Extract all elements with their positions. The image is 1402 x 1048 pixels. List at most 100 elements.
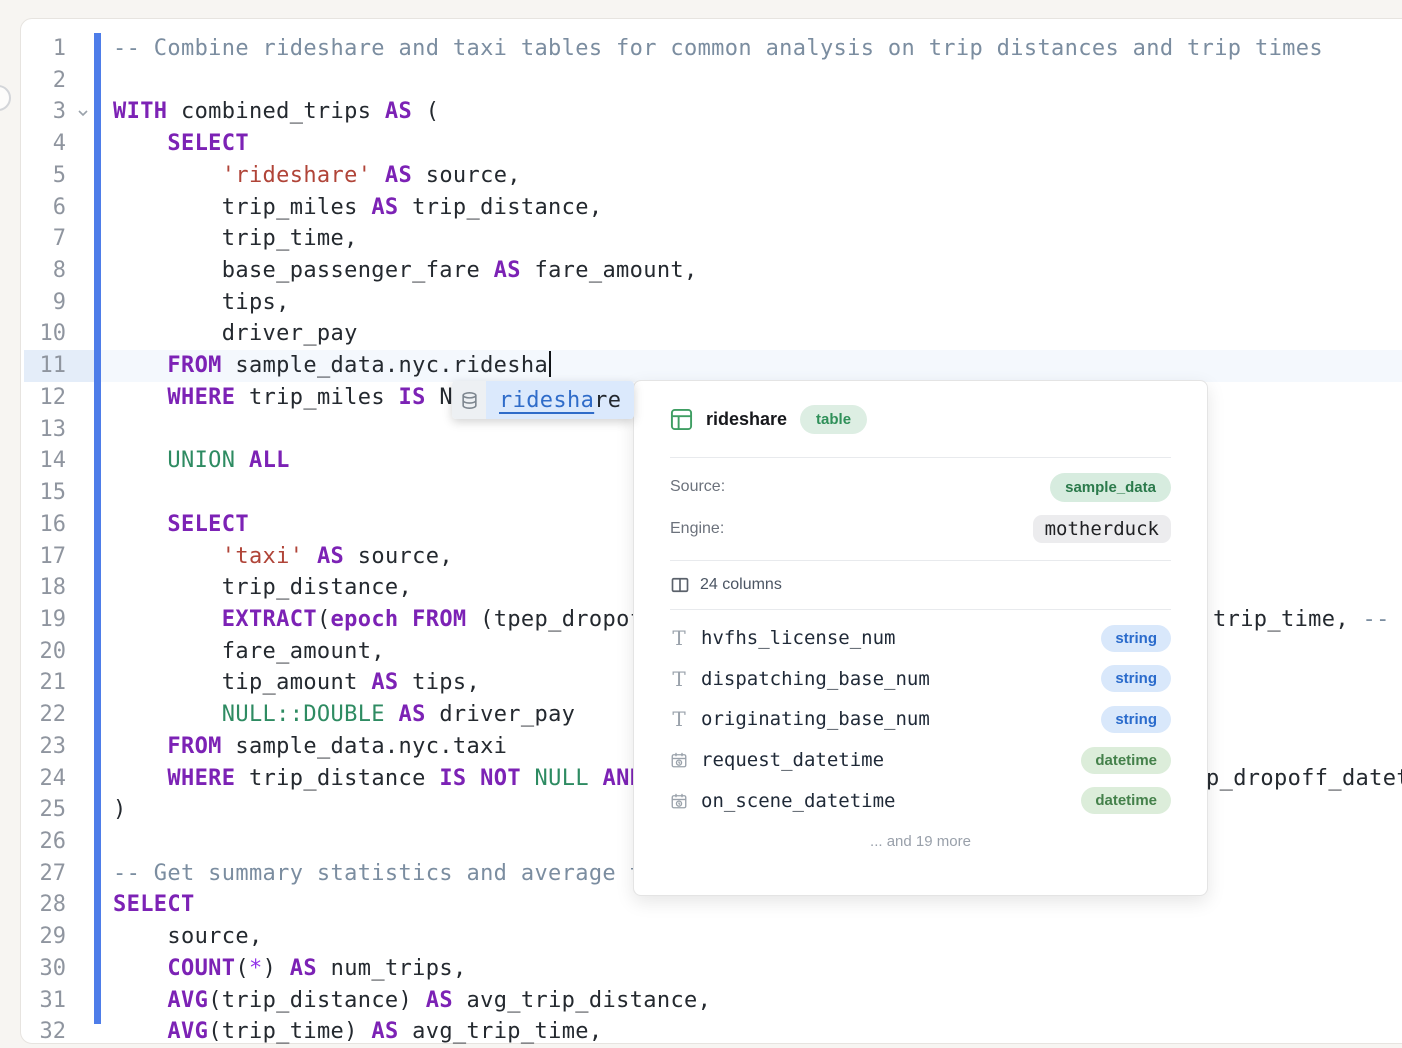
line-number[interactable]: 24 [0,763,66,795]
code-token [113,163,222,188]
line-number[interactable]: 1 [0,33,66,65]
info-value-badge: sample_data [1050,473,1171,502]
column-name: hvfhs_license_num [701,627,895,649]
autocomplete-dropdown[interactable]: rideshare [452,381,634,419]
code-token [113,766,167,791]
code-token: AS [426,988,453,1013]
code-line[interactable]: 30 COUNT(*) AS num_trips, [0,953,1402,985]
info-row: Source: sample_data [670,466,1171,508]
line-number[interactable]: 27 [0,858,66,890]
code-line[interactable]: 32 AVG(trip_time) AS avg_trip_time, [0,1016,1402,1048]
line-number[interactable]: 4 [0,128,66,160]
code-token [113,702,222,727]
line-number[interactable]: 20 [0,636,66,668]
line-number[interactable]: 13 [0,414,66,446]
line-number[interactable]: 18 [0,572,66,604]
code-token: IS [439,766,466,791]
line-number[interactable]: 19 [0,604,66,636]
line-number[interactable]: 32 [0,1016,66,1048]
fold-chevron-down-icon[interactable] [72,97,94,129]
code-text: AVG(trip_time) AS avg_trip_time, [0,1016,1402,1048]
line-number[interactable]: 5 [0,160,66,192]
column-row: Tdispatching_base_numstring [670,659,1171,700]
code-token: sample_data.nyc.ridesha [222,353,548,378]
code-text: WITH combined_trips AS ( [0,96,1402,128]
text-type-icon: T [670,669,688,689]
code-line[interactable]: 31 AVG(trip_distance) AS avg_trip_distan… [0,985,1402,1017]
line-number[interactable]: 29 [0,921,66,953]
code-line[interactable]: 3WITH combined_trips AS ( [0,96,1402,128]
code-token: ( [235,956,249,981]
code-token: AS [385,99,412,124]
code-line[interactable]: 6 trip_miles AS trip_distance, [0,192,1402,224]
line-number[interactable]: 22 [0,699,66,731]
code-token: SELECT [167,131,249,156]
code-token: trip_time, [113,226,358,251]
line-number[interactable]: 23 [0,731,66,763]
code-token: epoch [331,607,399,632]
code-line[interactable]: 8 base_passenger_fare AS fare_amount, [0,255,1402,287]
table-type-badge: table [800,405,867,434]
line-number[interactable]: 11 [0,350,66,382]
code-text: tips, [0,287,1402,319]
line-number[interactable]: 2 [0,65,66,97]
line-number[interactable]: 16 [0,509,66,541]
column-row: on_scene_datetime datetime [670,780,1171,821]
code-token: tips, [113,290,290,315]
code-line[interactable]: 1-- Combine rideshare and taxi tables fo… [0,33,1402,65]
code-text: driver_pay [0,318,1402,350]
code-token: IS [399,385,426,410]
code-line[interactable]: 2 [0,65,1402,97]
code-token: (tpep_dropof [467,607,644,632]
code-line[interactable]: 10 driver_pay [0,318,1402,350]
columns-summary-row: 24 columns [670,561,1171,610]
code-line[interactable]: 4 SELECT [0,128,1402,160]
code-token [467,766,481,791]
code-text: FROM sample_data.nyc.ridesha [0,350,1402,382]
code-token [113,607,222,632]
code-line[interactable]: 9 tips, [0,287,1402,319]
code-token: (trip_distance) [208,988,426,1013]
column-info: on_scene_datetime [670,790,895,812]
code-token: p_dropoff_datet [1206,766,1402,791]
info-label: Source: [670,478,725,496]
code-token [303,544,317,569]
code-line[interactable]: 7 trip_time, [0,223,1402,255]
line-number[interactable]: 17 [0,541,66,573]
code-token [113,448,167,473]
line-number[interactable]: 26 [0,826,66,858]
line-number[interactable]: 30 [0,953,66,985]
line-number[interactable]: 7 [0,223,66,255]
calendar-clock-icon [670,751,688,769]
code-token: WHERE [167,766,235,791]
code-token [113,988,167,1013]
line-number[interactable]: 21 [0,667,66,699]
code-line[interactable]: 29 source, [0,921,1402,953]
code-token: UNION [167,448,235,473]
code-token: WHERE [167,385,235,410]
code-token [113,512,167,537]
line-number[interactable]: 15 [0,477,66,509]
line-number[interactable]: 28 [0,889,66,921]
line-number[interactable]: 25 [0,794,66,826]
code-token: tips, [399,670,481,695]
code-token: FROM [167,734,221,759]
line-number[interactable]: 12 [0,382,66,414]
line-number[interactable]: 6 [0,192,66,224]
line-number[interactable]: 10 [0,318,66,350]
code-token: AVG [167,988,208,1013]
line-number[interactable]: 8 [0,255,66,287]
code-line[interactable]: 5 'rideshare' AS source, [0,160,1402,192]
line-number[interactable]: 9 [0,287,66,319]
calendar-clock-icon [670,792,688,810]
code-token: * [249,956,263,981]
columns-icon [670,575,690,595]
autocomplete-item-rideshare[interactable]: rideshare [486,381,634,419]
line-number[interactable]: 31 [0,985,66,1017]
line-number[interactable]: 14 [0,445,66,477]
column-type-badge: datetime [1081,787,1171,814]
code-text: trip_miles AS trip_distance, [0,192,1402,224]
code-token: avg_trip_distance, [453,988,711,1013]
column-name: on_scene_datetime [701,790,895,812]
code-line[interactable]: 11 FROM sample_data.nyc.ridesha [0,350,1402,382]
